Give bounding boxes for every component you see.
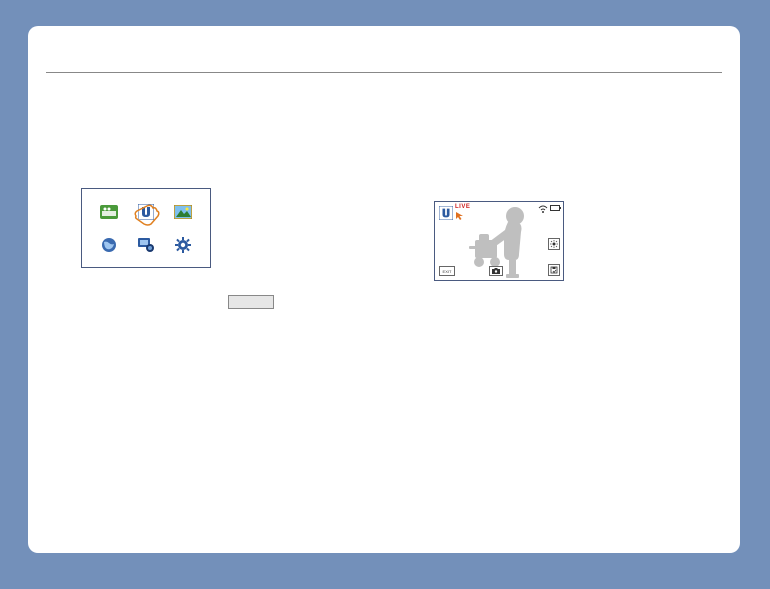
- save-icon: [550, 266, 558, 274]
- unlabeled-button[interactable]: [228, 295, 274, 309]
- live-label: LIVE: [455, 204, 470, 210]
- document-page: LIVE: [28, 26, 740, 553]
- menu-icon-panel: [81, 188, 211, 268]
- camera-preview-panel: LIVE: [434, 201, 564, 281]
- brightness-icon: [550, 240, 558, 248]
- save-button[interactable]: [548, 264, 560, 276]
- picture-icon[interactable]: [174, 205, 192, 219]
- camera-icon[interactable]: [100, 205, 118, 219]
- content-area: LIVE: [46, 73, 722, 513]
- u-icon[interactable]: [138, 204, 154, 220]
- u-logo-icon: [439, 206, 453, 220]
- brightness-button[interactable]: [548, 238, 560, 250]
- gear-icon[interactable]: [175, 237, 191, 253]
- exit-label: EXIT: [443, 269, 452, 274]
- battery-icon: [550, 205, 560, 211]
- cursor-arrow-icon: [455, 211, 465, 221]
- wifi-icon: [538, 205, 548, 213]
- globe-icon[interactable]: [101, 237, 117, 253]
- capture-button[interactable]: [489, 266, 503, 276]
- device-icon[interactable]: [137, 237, 155, 253]
- camera-small-icon: [492, 268, 500, 274]
- exit-button[interactable]: EXIT: [439, 266, 455, 276]
